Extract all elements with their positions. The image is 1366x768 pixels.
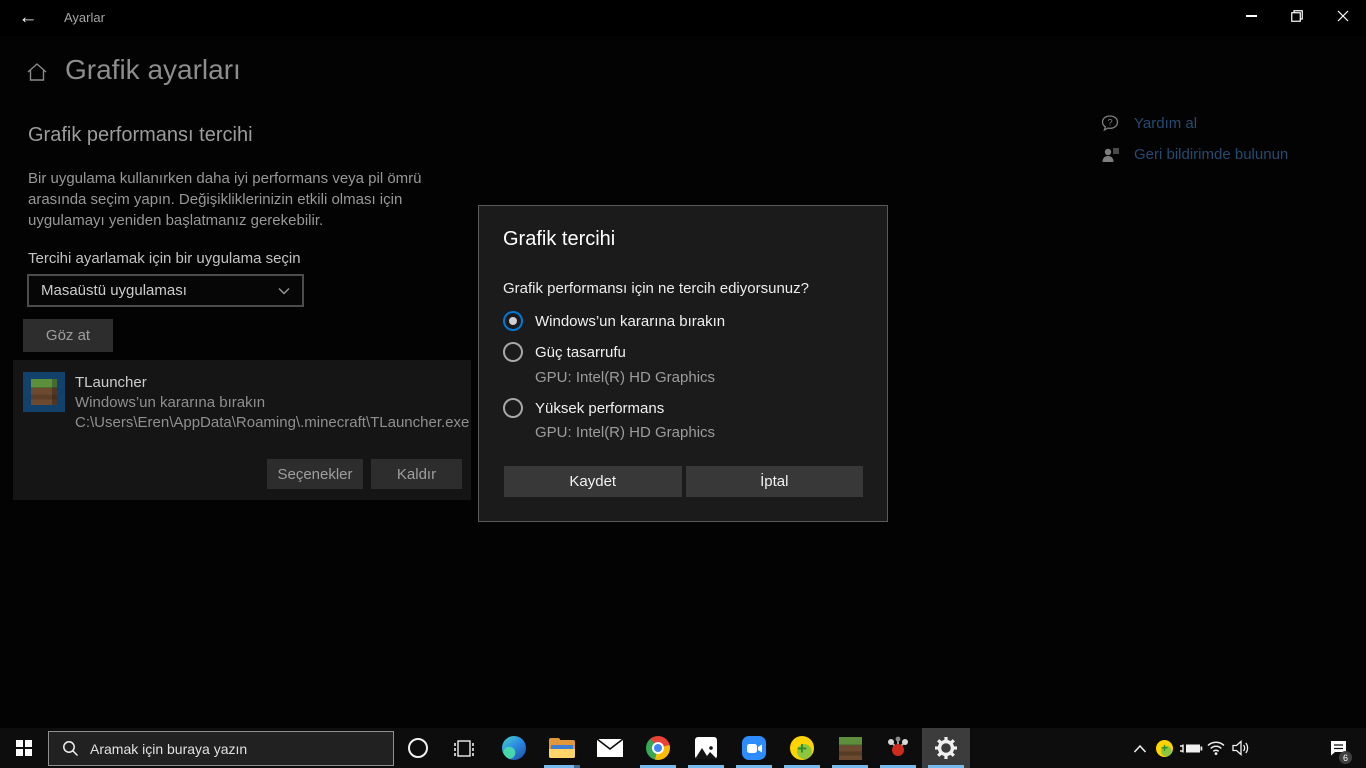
taskbar-app-mail[interactable] xyxy=(586,728,634,768)
section-title: Grafik performansı tercihi xyxy=(28,124,253,146)
antivirus-icon: + xyxy=(1156,739,1173,757)
feedback-link[interactable]: Geri bildirimde bulunun xyxy=(1134,146,1288,163)
close-icon xyxy=(1337,10,1349,22)
taskbar-app-zoom[interactable] xyxy=(730,728,778,768)
save-button[interactable]: Kaydet xyxy=(504,466,682,497)
section-description: Bir uygulama kullanırken daha iyi perfor… xyxy=(28,170,422,229)
molecule-icon xyxy=(888,736,908,756)
app-type-dropdown[interactable]: Masaüstü uygulaması xyxy=(27,274,304,307)
start-button[interactable] xyxy=(0,728,48,768)
wifi-icon xyxy=(1207,741,1225,755)
taskbar-app-chrome[interactable] xyxy=(634,728,682,768)
app-title: Ayarlar xyxy=(64,10,105,25)
radio-unselected-icon[interactable] xyxy=(503,342,523,362)
options-button[interactable]: Seçenekler xyxy=(267,459,363,489)
tray-antivirus-button[interactable]: + xyxy=(1152,728,1177,768)
tray-battery-button[interactable] xyxy=(1177,728,1204,768)
app-name: TLauncher xyxy=(75,374,147,391)
tray-volume-button[interactable] xyxy=(1228,728,1254,768)
browse-button[interactable]: Göz at xyxy=(23,319,113,352)
taskbar-app-360-security[interactable]: + xyxy=(778,728,826,768)
file-explorer-icon xyxy=(549,738,575,758)
settings-window: ← Ayarlar Grafik ayarları Grafik perform… xyxy=(0,0,1366,768)
gpu-info: GPU: Intel(R) HD Graphics xyxy=(535,369,716,386)
notification-count-badge: 6 xyxy=(1339,751,1352,764)
tray-wifi-button[interactable] xyxy=(1204,728,1228,768)
radio-label: Güç tasarrufu xyxy=(535,343,626,361)
app-path: C:\Users\Eren\AppData\Roaming\.minecraft… xyxy=(75,414,470,431)
get-help-row[interactable]: ? Yardım al xyxy=(1101,115,1197,132)
minecraft-icon xyxy=(838,736,862,760)
cancel-button[interactable]: İptal xyxy=(685,466,863,497)
taskbar-app-edge[interactable] xyxy=(490,728,538,768)
edge-icon xyxy=(502,736,526,760)
task-view-icon xyxy=(454,739,474,757)
svg-text:?: ? xyxy=(1107,117,1112,128)
taskbar-app-molecule[interactable] xyxy=(874,728,922,768)
tlauncher-app-icon xyxy=(23,372,65,412)
feedback-row[interactable]: Geri bildirimde bulunun xyxy=(1101,146,1288,163)
chevron-down-icon xyxy=(278,282,290,299)
title-bar: ← Ayarlar xyxy=(0,0,1366,36)
graphics-preference-dialog: Grafik tercihi Grafik performansı için n… xyxy=(478,205,888,522)
taskbar-app-settings[interactable] xyxy=(922,728,970,768)
cortana-icon xyxy=(408,738,428,758)
feedback-person-icon xyxy=(1102,148,1119,162)
app-entry-tlauncher[interactable]: TLauncher Windows’un kararına bırakın C:… xyxy=(13,360,471,500)
close-button[interactable] xyxy=(1320,0,1366,32)
settings-gear-icon xyxy=(935,737,957,759)
mail-icon xyxy=(597,739,623,757)
photos-icon xyxy=(695,737,717,759)
dropdown-value: Masaüstü uygulaması xyxy=(41,282,187,299)
app-preference: Windows’un kararına bırakın xyxy=(75,394,266,411)
action-center-button[interactable]: 6 xyxy=(1322,728,1354,768)
radio-option-windows-decide[interactable]: Windows’un kararına bırakın xyxy=(503,310,725,332)
remove-button[interactable]: Kaldır xyxy=(371,459,462,489)
dialog-title: Grafik tercihi xyxy=(503,228,616,250)
radio-option-high-performance[interactable]: Yüksek performans xyxy=(503,397,664,419)
radio-unselected-icon[interactable] xyxy=(503,398,523,418)
page-title: Grafik ayarları xyxy=(65,54,241,85)
taskbar-app-minecraft[interactable] xyxy=(826,728,874,768)
restore-button[interactable] xyxy=(1274,0,1320,32)
minimize-button[interactable] xyxy=(1228,0,1274,32)
home-icon xyxy=(26,62,48,87)
minecraft-block-icon xyxy=(31,379,57,405)
radio-label: Yüksek performans xyxy=(535,399,665,417)
taskbar-app-file-explorer[interactable] xyxy=(538,728,586,768)
taskbar-app-photos[interactable] xyxy=(682,728,730,768)
radio-label: Windows’un kararına bırakın xyxy=(535,312,726,330)
task-view-button[interactable] xyxy=(440,728,488,768)
zoom-icon xyxy=(742,736,766,760)
app-select-label: Tercihi ayarlamak için bir uygulama seçi… xyxy=(28,250,301,267)
chevron-up-icon xyxy=(1133,744,1147,753)
radio-option-power-saving[interactable]: Güç tasarrufu xyxy=(503,341,626,363)
cortana-button[interactable] xyxy=(396,728,440,768)
restore-icon xyxy=(1291,10,1303,22)
search-input[interactable] xyxy=(90,740,370,757)
360-security-icon: + xyxy=(790,736,814,760)
minimize-icon xyxy=(1245,15,1257,17)
gpu-info: GPU: Intel(R) HD Graphics xyxy=(535,424,716,441)
speaker-icon xyxy=(1232,740,1249,756)
search-icon xyxy=(63,741,79,757)
dialog-question: Grafik performansı için ne tercih ediyor… xyxy=(503,280,809,297)
taskbar-search[interactable] xyxy=(48,731,394,766)
chrome-icon xyxy=(646,736,670,760)
windows-logo-icon xyxy=(16,740,32,756)
help-chat-icon: ? xyxy=(1101,115,1119,132)
back-icon[interactable]: ← xyxy=(12,4,44,32)
battery-plugged-icon xyxy=(1179,744,1202,752)
taskbar: + xyxy=(0,728,1366,768)
get-help-link[interactable]: Yardım al xyxy=(1134,115,1197,132)
radio-selected-icon[interactable] xyxy=(503,311,523,331)
tray-chevron-button[interactable] xyxy=(1128,728,1152,768)
